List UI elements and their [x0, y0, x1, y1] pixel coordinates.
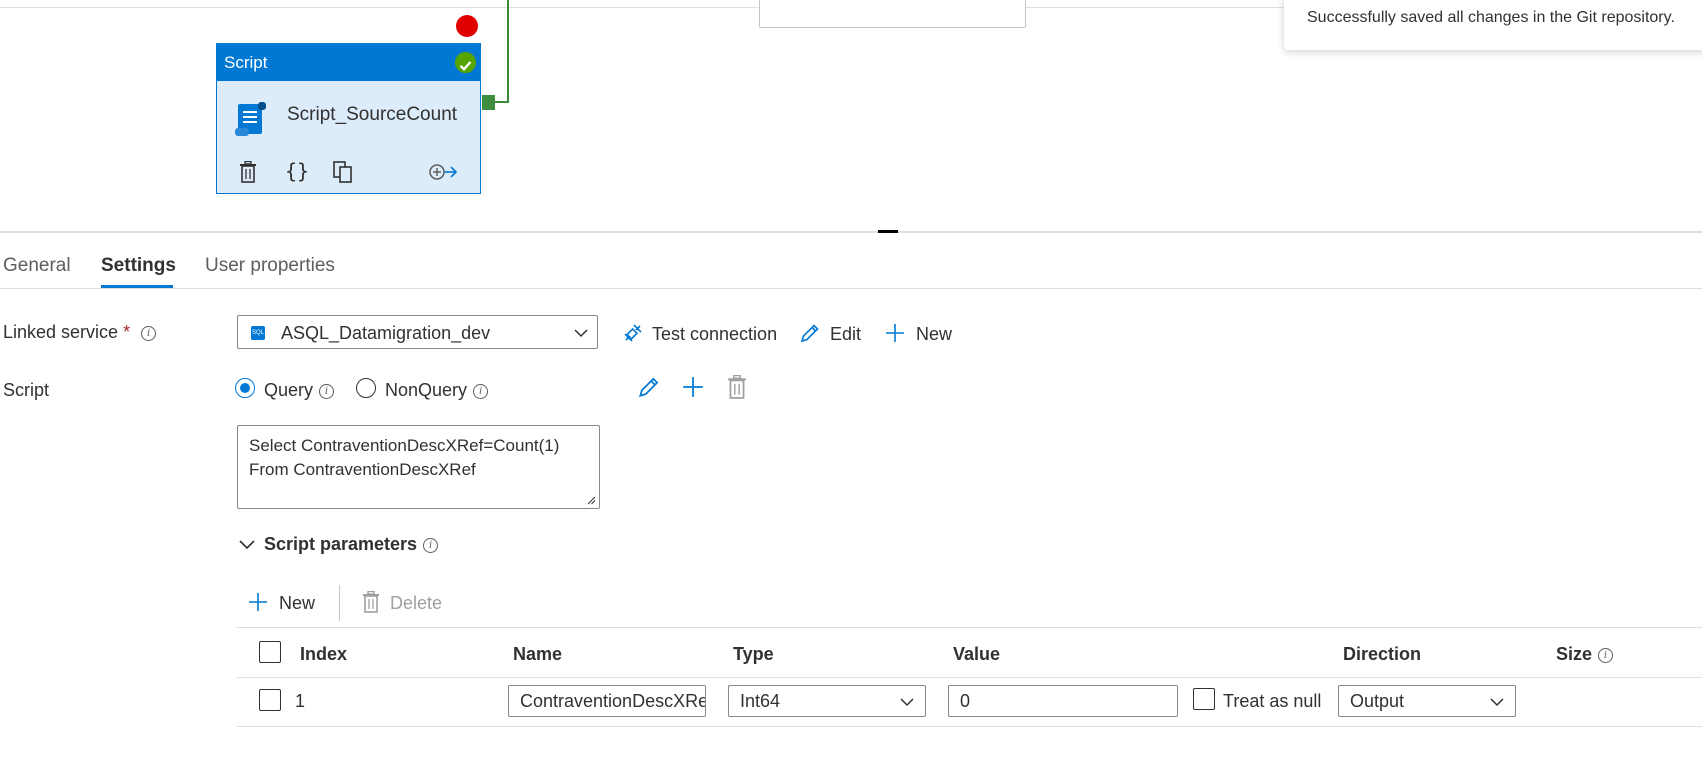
- nonquery-option-label: NonQuery i: [385, 380, 489, 401]
- linked-service-label: Linked service * i: [3, 322, 157, 343]
- resize-grip-icon[interactable]: [586, 495, 596, 505]
- treat-as-null-checkbox[interactable]: [1193, 688, 1215, 710]
- linked-service-label-text: Linked service: [3, 322, 119, 342]
- plus-icon: [886, 324, 904, 342]
- row-select-checkbox[interactable]: [259, 689, 281, 711]
- table-top-border: [237, 627, 1702, 628]
- parameter-direction-select[interactable]: Output: [1338, 685, 1516, 717]
- script-textarea[interactable]: Select ContraventionDescXRef=Count(1) Fr…: [237, 425, 600, 509]
- column-header-direction[interactable]: Direction: [1343, 644, 1421, 665]
- panel-splitter-line: [0, 231, 1702, 233]
- info-icon[interactable]: i: [141, 326, 157, 341]
- column-header-index[interactable]: Index: [300, 644, 347, 665]
- treat-as-null-label: Treat as null: [1223, 691, 1322, 711]
- notification-toast: Successfully saved all changes in the Gi…: [1284, 0, 1702, 50]
- partial-activity-box[interactable]: [759, 0, 1026, 28]
- delete-script-trash-icon[interactable]: [726, 374, 748, 404]
- sql-database-icon: SQL: [251, 326, 265, 340]
- column-header-name[interactable]: Name: [513, 644, 562, 665]
- column-header-value[interactable]: Value: [953, 644, 1000, 665]
- activity-name[interactable]: Script_SourceCount: [287, 104, 457, 126]
- parameter-type-select[interactable]: Int64: [728, 685, 926, 717]
- info-icon[interactable]: i: [319, 384, 335, 399]
- test-connection-label: Test connection: [652, 324, 778, 344]
- trash-icon: [363, 590, 379, 613]
- edit-label: Edit: [830, 324, 862, 344]
- query-radio[interactable]: [235, 378, 255, 398]
- script-parameters-header[interactable]: Script parameters i: [264, 534, 439, 555]
- script-line: Select ContraventionDescXRef=Count(1): [249, 436, 560, 455]
- plus-icon: [249, 593, 267, 611]
- chevron-down-icon: [574, 329, 588, 338]
- required-mark: *: [123, 322, 131, 342]
- parameter-type-value: Int64: [740, 691, 781, 711]
- linked-service-value: ASQL_Datamigration_dev: [281, 323, 491, 343]
- panel-splitter-handle[interactable]: [878, 230, 898, 233]
- dependency-connector: [507, 0, 509, 103]
- edit-linked-service-button[interactable]: Edit: [799, 322, 861, 345]
- table-header-border: [237, 677, 1702, 678]
- tab-settings[interactable]: Settings: [101, 255, 176, 277]
- delete-parameter-button[interactable]: Delete: [362, 590, 443, 614]
- tabs-divider: [0, 288, 1702, 289]
- toast-message: Successfully saved all changes in the Gi…: [1307, 9, 1675, 26]
- add-output-icon[interactable]: [428, 161, 458, 188]
- size-header-text: Size: [1556, 644, 1593, 664]
- pipeline-canvas[interactable]: Script Script_SourceCount {} Successfull…: [0, 0, 1702, 233]
- tab-user-properties[interactable]: User properties: [205, 255, 335, 277]
- delete-activity-icon[interactable]: [239, 160, 257, 188]
- table-row-border: [237, 726, 1702, 727]
- chevron-down-icon: [900, 698, 914, 707]
- new-linked-service-button[interactable]: New: [884, 322, 952, 345]
- nonquery-radio[interactable]: [356, 378, 376, 398]
- column-header-size[interactable]: Size i: [1556, 644, 1614, 665]
- view-code-icon[interactable]: {}: [285, 159, 309, 183]
- parameter-direction-value: Output: [1350, 691, 1405, 711]
- delete-parameter-label: Delete: [390, 593, 443, 613]
- new-parameter-button[interactable]: New: [247, 591, 315, 614]
- parameter-value-input[interactable]: 0: [948, 685, 1178, 717]
- script-label: Script: [3, 380, 50, 400]
- script-parameters-title: Script parameters: [264, 534, 418, 554]
- add-script-plus-icon[interactable]: [681, 375, 705, 404]
- activity-valid-check-icon: [455, 52, 476, 73]
- parameter-name-input[interactable]: ContraventionDescXRef: [508, 685, 706, 717]
- tab-general[interactable]: General: [3, 255, 71, 277]
- new-label: New: [916, 324, 953, 344]
- script-scroll-icon: [231, 100, 271, 145]
- plug-icon: [624, 324, 642, 342]
- column-header-type[interactable]: Type: [733, 644, 774, 665]
- info-icon[interactable]: i: [473, 384, 489, 399]
- script-activity-node[interactable]: Script Script_SourceCount {}: [216, 43, 481, 194]
- linked-service-select[interactable]: SQL ASQL_Datamigration_dev: [237, 315, 598, 349]
- nonquery-label: NonQuery: [385, 380, 468, 400]
- test-connection-button[interactable]: Test connection: [622, 322, 777, 345]
- pencil-icon: [800, 324, 819, 343]
- query-label: Query: [264, 380, 314, 400]
- query-option-label: Query i: [264, 380, 335, 401]
- info-icon[interactable]: i: [1598, 648, 1614, 663]
- success-output-port[interactable]: [482, 95, 495, 110]
- activity-header: Script: [217, 44, 480, 81]
- script-line: From ContraventionDescXRef: [249, 460, 476, 479]
- toolbar-separator: [339, 585, 340, 621]
- clone-activity-icon[interactable]: [332, 161, 354, 188]
- select-all-checkbox[interactable]: [259, 641, 281, 663]
- edit-script-pencil-icon[interactable]: [637, 375, 661, 404]
- activity-type-label: Script: [224, 53, 268, 72]
- new-parameter-label: New: [279, 593, 316, 613]
- info-icon[interactable]: i: [423, 538, 439, 553]
- error-indicator-dot: [456, 15, 478, 37]
- row-index: 1: [295, 691, 306, 711]
- chevron-down-icon: [1490, 698, 1504, 707]
- collapse-chevron-icon[interactable]: [239, 537, 255, 555]
